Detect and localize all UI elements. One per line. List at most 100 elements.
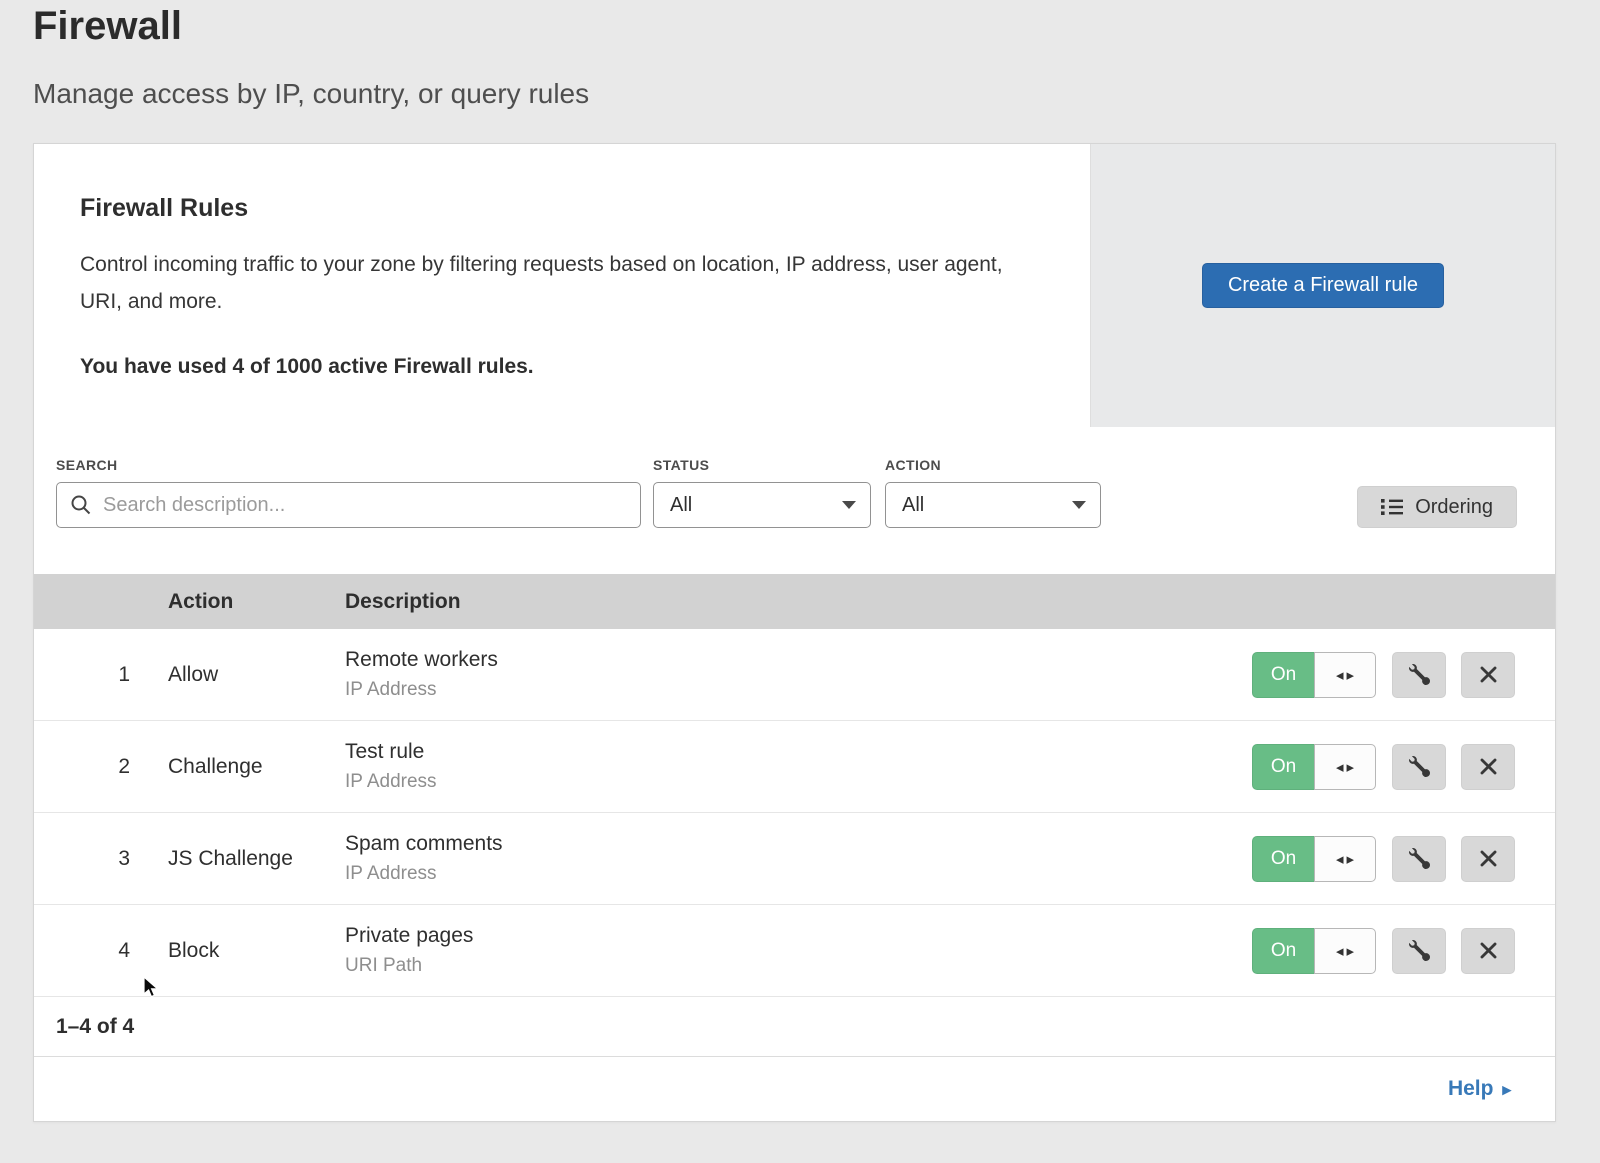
rule-toggle-on-button[interactable]: On bbox=[1252, 652, 1314, 698]
rule-toggle-on-button[interactable]: On bbox=[1252, 744, 1314, 790]
header-action-column: Action bbox=[168, 590, 345, 614]
table-row: 2 Challenge Test rule IP Address On ◂▸ bbox=[34, 721, 1555, 813]
rule-description-cell: Test rule IP Address bbox=[345, 740, 1252, 793]
search-input[interactable] bbox=[56, 482, 641, 528]
pagination-row: 1–4 of 4 bbox=[34, 997, 1555, 1057]
table-row: 4 Block Private pages URI Path On ◂▸ bbox=[34, 905, 1555, 997]
arrow-right-icon: ▸ bbox=[1347, 758, 1355, 776]
status-select[interactable]: All bbox=[653, 482, 871, 528]
rule-controls: On ◂▸ bbox=[1252, 652, 1555, 698]
rule-index: 3 bbox=[34, 847, 168, 871]
arrow-right-icon: ▸ bbox=[1347, 850, 1355, 868]
edit-rule-button[interactable] bbox=[1392, 928, 1446, 974]
chevron-down-icon bbox=[842, 501, 856, 509]
search-filter: SEARCH bbox=[56, 457, 641, 528]
close-icon bbox=[1479, 849, 1498, 868]
action-select-value: All bbox=[902, 494, 924, 517]
rule-match-type: IP Address bbox=[345, 679, 1252, 701]
rule-index: 2 bbox=[34, 755, 168, 779]
rule-description: Spam comments bbox=[345, 832, 1252, 856]
rule-index: 1 bbox=[34, 663, 168, 687]
rule-toggle-expand-button[interactable]: ◂▸ bbox=[1314, 652, 1376, 698]
rule-match-type: URI Path bbox=[345, 955, 1252, 977]
rule-match-type: IP Address bbox=[345, 863, 1252, 885]
rule-match-type: IP Address bbox=[345, 771, 1252, 793]
rule-action: Challenge bbox=[168, 755, 345, 779]
card-top-section: Firewall Rules Control incoming traffic … bbox=[34, 144, 1555, 427]
delete-rule-button[interactable] bbox=[1461, 836, 1515, 882]
wrench-icon bbox=[1409, 848, 1430, 869]
rule-description-cell: Remote workers IP Address bbox=[345, 648, 1252, 701]
search-label: SEARCH bbox=[56, 457, 641, 473]
edit-rule-button[interactable] bbox=[1392, 836, 1446, 882]
rule-controls: On ◂▸ bbox=[1252, 928, 1555, 974]
card-action-panel: Create a Firewall rule bbox=[1090, 144, 1555, 427]
action-filter: ACTION All bbox=[885, 457, 1101, 528]
filters-bar: SEARCH STATUS All ACTION All bbox=[34, 427, 1555, 574]
card-description: Control incoming traffic to your zone by… bbox=[80, 247, 1025, 321]
rule-description: Test rule bbox=[345, 740, 1252, 764]
status-filter: STATUS All bbox=[653, 457, 871, 528]
rule-action: JS Challenge bbox=[168, 847, 345, 871]
search-icon bbox=[70, 494, 92, 516]
card-info: Firewall Rules Control incoming traffic … bbox=[34, 144, 1090, 427]
close-icon bbox=[1479, 665, 1498, 684]
delete-rule-button[interactable] bbox=[1461, 928, 1515, 974]
close-icon bbox=[1479, 941, 1498, 960]
help-arrow-icon: ▸ bbox=[1502, 1078, 1511, 1100]
page-subtitle: Manage access by IP, country, or query r… bbox=[33, 78, 589, 110]
wrench-icon bbox=[1409, 756, 1430, 777]
header-description-column: Description bbox=[345, 590, 1555, 614]
arrow-right-icon: ▸ bbox=[1347, 666, 1355, 684]
rule-toggle-on-button[interactable]: On bbox=[1252, 928, 1314, 974]
table-row: 3 JS Challenge Spam comments IP Address … bbox=[34, 813, 1555, 905]
page-title: Firewall bbox=[33, 4, 182, 49]
rule-description-cell: Private pages URI Path bbox=[345, 924, 1252, 977]
rule-toggle-expand-button[interactable]: ◂▸ bbox=[1314, 836, 1376, 882]
table-row: 1 Allow Remote workers IP Address On ◂▸ bbox=[34, 629, 1555, 721]
table-header: Action Description bbox=[34, 574, 1555, 629]
status-label: STATUS bbox=[653, 457, 871, 473]
card-footer: Help ▸ bbox=[34, 1057, 1555, 1121]
rule-controls: On ◂▸ bbox=[1252, 744, 1555, 790]
rule-description: Remote workers bbox=[345, 648, 1252, 672]
rule-toggle-group: On ◂▸ bbox=[1252, 744, 1376, 790]
arrow-left-icon: ◂ bbox=[1336, 850, 1344, 868]
create-firewall-rule-button[interactable]: Create a Firewall rule bbox=[1202, 263, 1444, 308]
rule-description: Private pages bbox=[345, 924, 1252, 948]
rule-index: 4 bbox=[34, 939, 168, 963]
ordering-button[interactable]: Ordering bbox=[1357, 486, 1517, 528]
list-ordering-icon bbox=[1381, 498, 1403, 516]
rule-toggle-group: On ◂▸ bbox=[1252, 836, 1376, 882]
card-heading: Firewall Rules bbox=[80, 194, 1030, 223]
edit-rule-button[interactable] bbox=[1392, 744, 1446, 790]
edit-rule-button[interactable] bbox=[1392, 652, 1446, 698]
rule-toggle-expand-button[interactable]: ◂▸ bbox=[1314, 928, 1376, 974]
chevron-down-icon bbox=[1072, 501, 1086, 509]
rule-action: Block bbox=[168, 939, 345, 963]
rule-toggle-on-button[interactable]: On bbox=[1252, 836, 1314, 882]
rule-toggle-group: On ◂▸ bbox=[1252, 652, 1376, 698]
pagination-text: 1–4 of 4 bbox=[56, 1015, 134, 1039]
usage-text: You have used 4 of 1000 active Firewall … bbox=[80, 355, 1030, 379]
close-icon bbox=[1479, 757, 1498, 776]
rule-description-cell: Spam comments IP Address bbox=[345, 832, 1252, 885]
delete-rule-button[interactable] bbox=[1461, 744, 1515, 790]
rule-toggle-group: On ◂▸ bbox=[1252, 928, 1376, 974]
action-label: ACTION bbox=[885, 457, 1101, 473]
arrow-right-icon: ▸ bbox=[1347, 942, 1355, 960]
action-select[interactable]: All bbox=[885, 482, 1101, 528]
rule-action: Allow bbox=[168, 663, 345, 687]
ordering-button-label: Ordering bbox=[1415, 496, 1493, 519]
wrench-icon bbox=[1409, 940, 1430, 961]
status-select-value: All bbox=[670, 494, 692, 517]
arrow-left-icon: ◂ bbox=[1336, 666, 1344, 684]
rule-toggle-expand-button[interactable]: ◂▸ bbox=[1314, 744, 1376, 790]
delete-rule-button[interactable] bbox=[1461, 652, 1515, 698]
wrench-icon bbox=[1409, 664, 1430, 685]
arrow-left-icon: ◂ bbox=[1336, 942, 1344, 960]
help-link-label: Help bbox=[1448, 1077, 1494, 1101]
firewall-rules-card: Firewall Rules Control incoming traffic … bbox=[33, 143, 1556, 1122]
arrow-left-icon: ◂ bbox=[1336, 758, 1344, 776]
help-link[interactable]: Help ▸ bbox=[1448, 1077, 1511, 1101]
